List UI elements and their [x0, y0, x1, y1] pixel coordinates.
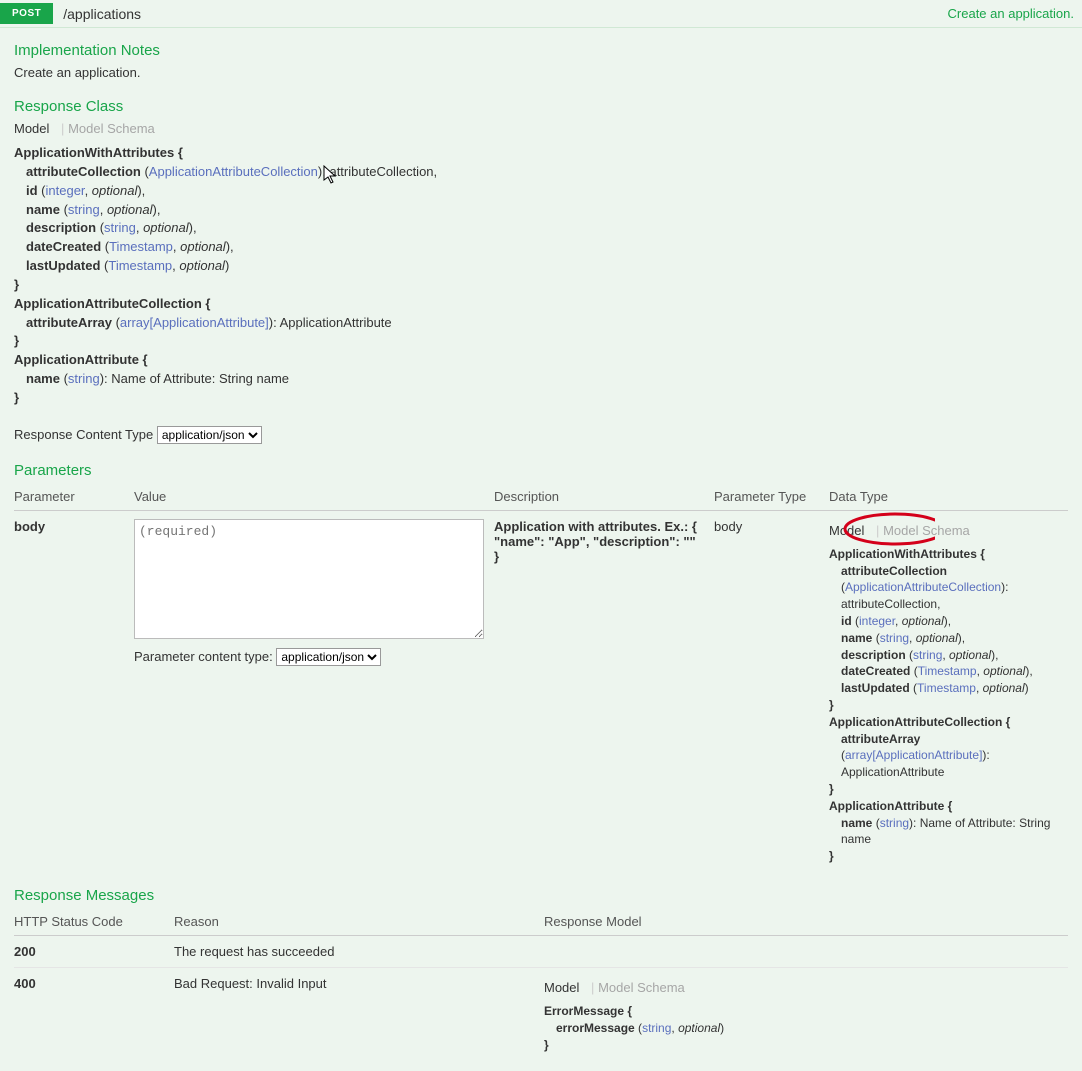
parameters-title: Parameters	[14, 462, 1068, 479]
response-messages-title: Response Messages	[14, 887, 1068, 904]
param-tab-model[interactable]: Model	[829, 523, 872, 538]
tab-model[interactable]: Model	[14, 121, 57, 136]
implementation-notes-text: Create an application.	[14, 65, 1068, 80]
response-content-type-select[interactable]: application/json	[157, 426, 262, 444]
operation-summary: Create an application.	[948, 6, 1082, 21]
parameters-table: Parameter Value Description Parameter Ty…	[14, 485, 1068, 869]
response-class-model: ApplicationWithAttributes { attributeCol…	[14, 144, 1068, 408]
parameter-description: Application with attributes. Ex.: { "nam…	[494, 519, 697, 564]
endpoint-path: /applications	[63, 6, 141, 22]
response-class-title: Response Class	[14, 98, 1068, 115]
response-row-400: 400 Bad Request: Invalid Input Model | M…	[14, 967, 1068, 1061]
parameter-content-type-label: Parameter content type:	[134, 649, 273, 664]
parameter-data-type-model: ApplicationWithAttributes { attributeCol…	[829, 546, 1058, 865]
tab-model-schema[interactable]: Model Schema	[68, 121, 163, 136]
parameter-row-body: body Parameter content type: application…	[14, 510, 1068, 869]
response-content-type-label: Response Content Type	[14, 427, 153, 442]
http-method-badge: POST	[0, 3, 53, 24]
implementation-notes-title: Implementation Notes	[14, 42, 1068, 59]
parameter-content-type-select[interactable]: application/json	[276, 648, 381, 666]
response-model-400: ErrorMessage { errorMessage (string, opt…	[544, 1003, 1062, 1053]
response-messages-table: HTTP Status Code Reason Response Model 2…	[14, 910, 1068, 1061]
response-row-200: 200 The request has succeeded	[14, 935, 1068, 967]
parameter-body-input[interactable]	[134, 519, 484, 639]
parameter-type: body	[714, 510, 829, 869]
parameter-name: body	[14, 519, 45, 534]
resp-tab-model[interactable]: Model	[544, 980, 587, 995]
resp-tab-model-schema[interactable]: Model Schema	[598, 980, 693, 995]
operation-header[interactable]: POST /applications Create an application…	[0, 0, 1082, 28]
param-tab-model-schema[interactable]: Model Schema	[883, 523, 978, 538]
